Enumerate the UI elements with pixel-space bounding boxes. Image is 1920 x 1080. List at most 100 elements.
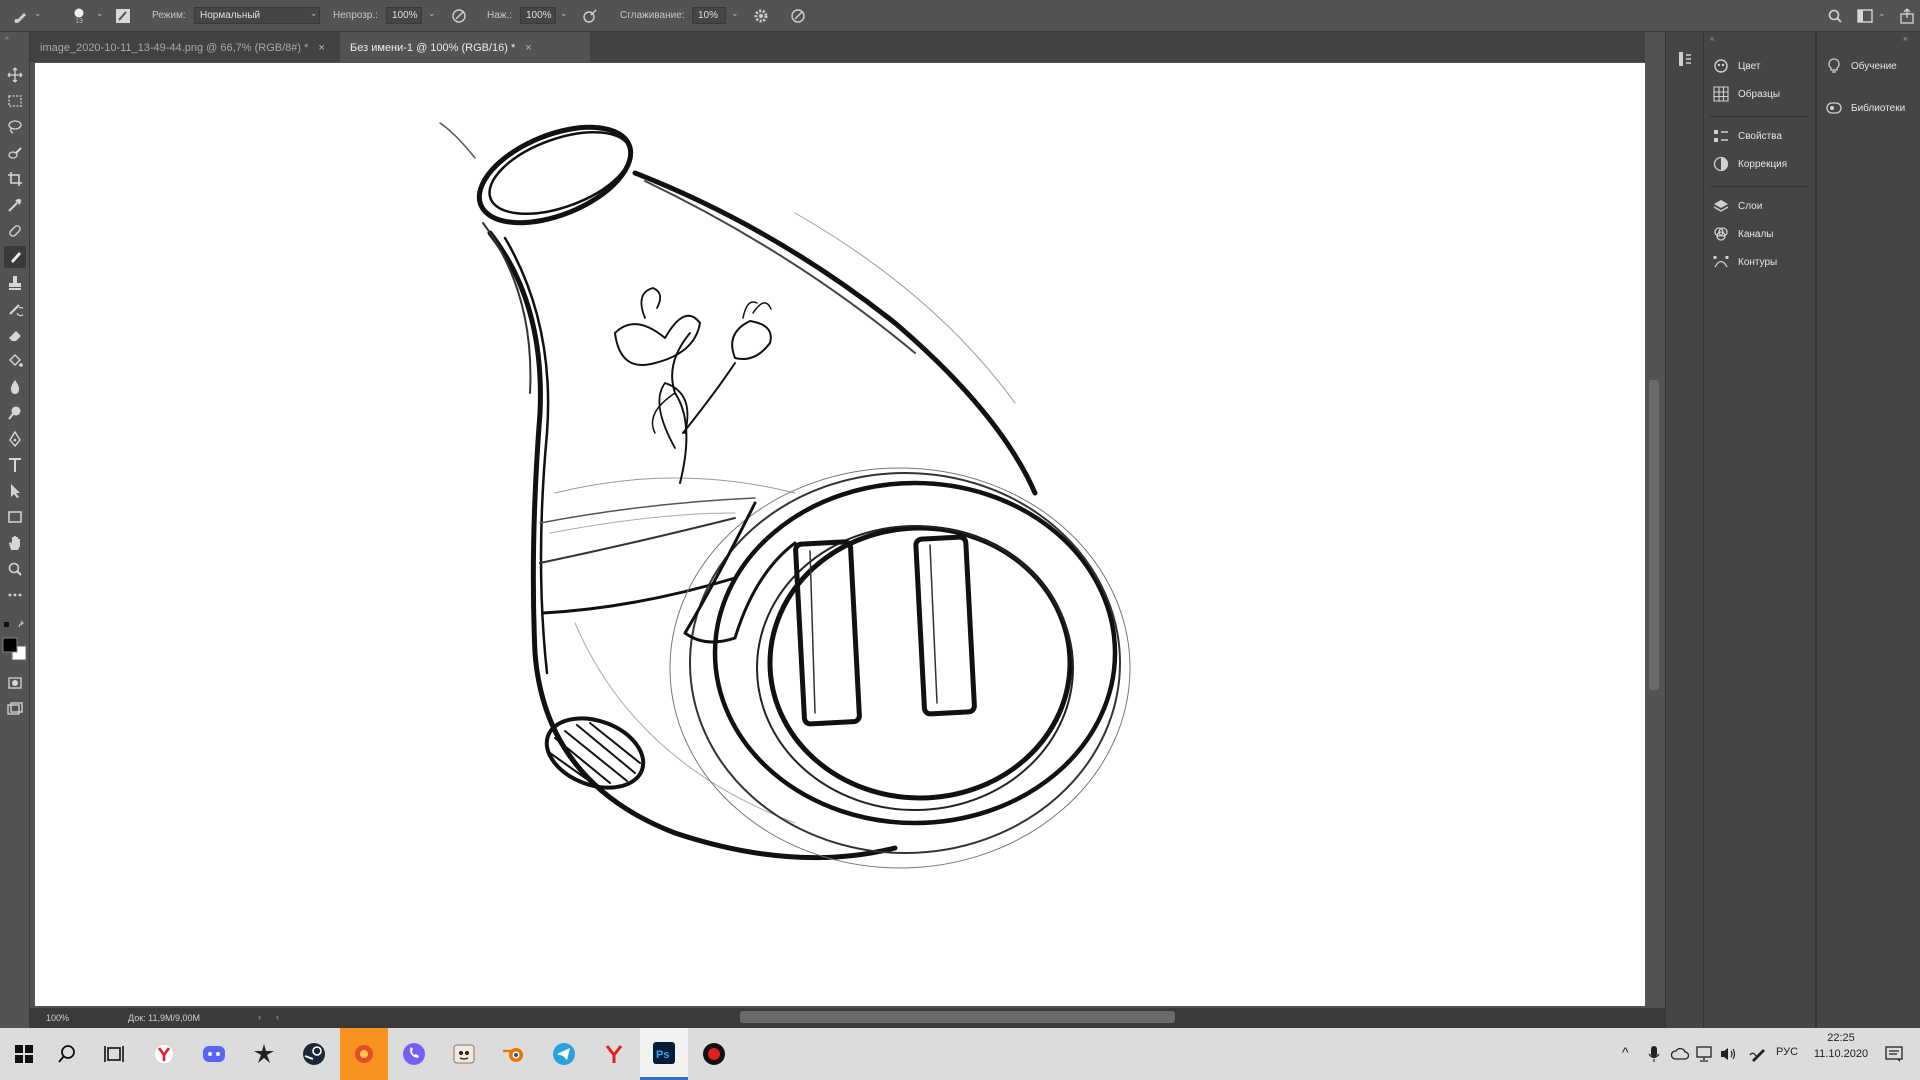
panel-divider (1710, 116, 1808, 117)
chevron-down-icon[interactable]: ⌄ (731, 8, 739, 19)
lasso-tool-icon[interactable] (4, 116, 26, 138)
foreground-background-color[interactable] (0, 636, 30, 662)
mode-select[interactable]: Нормальный (194, 7, 320, 24)
chevron-left-icon[interactable]: ‹ (276, 1012, 279, 1022)
move-tool-icon[interactable] (4, 64, 26, 86)
path-select-tool-icon[interactable] (4, 480, 26, 502)
collapse-arrows-icon[interactable]: « (1710, 34, 1714, 43)
brush-tool-icon[interactable] (12, 7, 30, 25)
pressure-opacity-icon[interactable] (450, 7, 468, 25)
blender-icon[interactable] (490, 1028, 538, 1080)
opacity-input[interactable]: 100% (386, 7, 422, 24)
swap-colors-icon[interactable] (2, 620, 28, 630)
screen-mode-icon[interactable] (4, 698, 26, 720)
yandex-browser-icon[interactable] (140, 1028, 188, 1080)
search-icon[interactable] (1826, 7, 1844, 25)
zoom-level[interactable]: 100% (46, 1013, 69, 1023)
zbrush-icon[interactable] (240, 1028, 288, 1080)
quick-mask-icon[interactable] (4, 672, 26, 694)
microphone-icon[interactable] (1645, 1044, 1663, 1064)
collapse-arrows-icon[interactable]: » (1903, 34, 1907, 43)
document-tab[interactable]: image_2020-10-11_13-49-44.png @ 66,7% (R… (30, 32, 340, 62)
document-canvas[interactable] (35, 63, 1645, 1006)
app-orange-icon[interactable] (340, 1028, 388, 1080)
layers-panel-icon (1712, 197, 1730, 215)
brush-preset-icon[interactable]: 13 (70, 3, 88, 29)
panel-item-libraries[interactable]: Библиотеки (1825, 96, 1905, 120)
chevron-down-icon[interactable]: ⌄ (560, 8, 568, 19)
workspace-icon[interactable] (1856, 7, 1874, 25)
horizontal-scroll-thumb[interactable] (740, 1011, 1175, 1023)
eraser-tool-icon[interactable] (4, 324, 26, 346)
gear-icon[interactable] (752, 7, 770, 25)
brush-settings-icon[interactable] (114, 7, 132, 25)
volume-icon[interactable] (1718, 1044, 1738, 1064)
crop-tool-icon[interactable] (4, 168, 26, 190)
vertical-scroll-thumb[interactable] (1649, 380, 1659, 690)
rectangle-tool-icon[interactable] (4, 506, 26, 528)
share-icon[interactable] (1898, 7, 1916, 25)
collapse-arrows-icon[interactable]: » (2, 34, 12, 42)
chevron-down-icon[interactable]: ⌄ (34, 8, 42, 19)
panel-item-channels[interactable]: Каналы (1712, 222, 1774, 246)
zoom-tool-icon[interactable] (4, 558, 26, 580)
panel-item-learn[interactable]: Обучение (1825, 54, 1897, 78)
discord-icon[interactable] (190, 1028, 238, 1080)
chevron-down-icon[interactable]: ⌄ (428, 8, 436, 19)
smoothing-input[interactable]: 10% (692, 7, 726, 24)
airbrush-icon[interactable] (581, 7, 599, 25)
clock[interactable]: 22:25 11.10.2020 (1808, 1030, 1874, 1062)
cloud-icon[interactable] (1670, 1044, 1690, 1064)
panel-item-label: Свойства (1738, 130, 1782, 142)
panel-item-adjustments[interactable]: Коррекция (1712, 152, 1787, 176)
telegram-icon[interactable] (540, 1028, 588, 1080)
eyedropper-tool-icon[interactable] (4, 194, 26, 216)
steam-icon[interactable] (290, 1028, 338, 1080)
search-icon[interactable] (43, 1028, 91, 1080)
type-tool-icon[interactable] (4, 454, 26, 476)
close-icon[interactable]: × (318, 42, 324, 54)
yandex-icon[interactable] (590, 1028, 638, 1080)
paint-bucket-tool-icon[interactable] (4, 350, 26, 372)
sketch-drawing (439, 122, 1131, 869)
panel-item-swatches[interactable]: Образцы (1712, 82, 1780, 106)
windows-start-icon[interactable] (0, 1028, 48, 1080)
task-view-icon[interactable] (90, 1028, 138, 1080)
history-brush-tool-icon[interactable] (4, 298, 26, 320)
blur-tool-icon[interactable] (4, 376, 26, 398)
dodge-tool-icon[interactable] (4, 402, 26, 424)
recorder-icon[interactable] (690, 1028, 738, 1080)
pen-tool-icon[interactable] (4, 428, 26, 450)
properties-panel-icon (1712, 127, 1730, 145)
brush-tool-icon[interactable] (4, 246, 26, 268)
panel-item-properties[interactable]: Свойства (1712, 124, 1782, 148)
healing-brush-tool-icon[interactable] (4, 220, 26, 242)
notifications-icon[interactable] (1884, 1044, 1904, 1064)
more-tools-icon[interactable] (4, 584, 26, 606)
pressure-size-icon[interactable] (789, 7, 807, 25)
chevron-down-icon[interactable]: ⌄ (1878, 8, 1886, 19)
chevron-down-icon[interactable]: ⌄ (96, 8, 104, 19)
app-character-icon[interactable] (440, 1028, 488, 1080)
hand-tool-icon[interactable] (4, 532, 26, 554)
history-panel-icon[interactable] (1676, 50, 1694, 68)
panel-item-color[interactable]: Цвет (1712, 54, 1760, 78)
panel-item-layers[interactable]: Слои (1712, 194, 1762, 218)
network-icon[interactable] (1694, 1044, 1714, 1064)
pen-input-icon[interactable] (1748, 1044, 1768, 1064)
flow-input[interactable]: 100% (520, 7, 556, 24)
windows-taskbar: Ps ^ РУС 22:25 11.10.2020 (0, 1028, 1920, 1080)
chevron-right-icon[interactable]: › (258, 1012, 261, 1022)
viber-icon[interactable] (390, 1028, 438, 1080)
stamp-tool-icon[interactable] (4, 272, 26, 294)
panel-item-label: Цвет (1738, 60, 1761, 72)
chevron-up-icon[interactable]: ^ (1622, 1044, 1629, 1060)
document-tab-active[interactable]: Без имени-1 @ 100% (RGB/16) * × (340, 32, 590, 62)
color-panel-icon (1712, 57, 1730, 75)
close-icon[interactable]: × (525, 42, 531, 54)
marquee-tool-icon[interactable] (4, 90, 26, 112)
panel-item-paths[interactable]: Контуры (1712, 250, 1777, 274)
keyboard-language[interactable]: РУС (1776, 1046, 1798, 1058)
photoshop-icon[interactable]: Ps (640, 1028, 688, 1080)
quick-select-tool-icon[interactable] (4, 142, 26, 164)
